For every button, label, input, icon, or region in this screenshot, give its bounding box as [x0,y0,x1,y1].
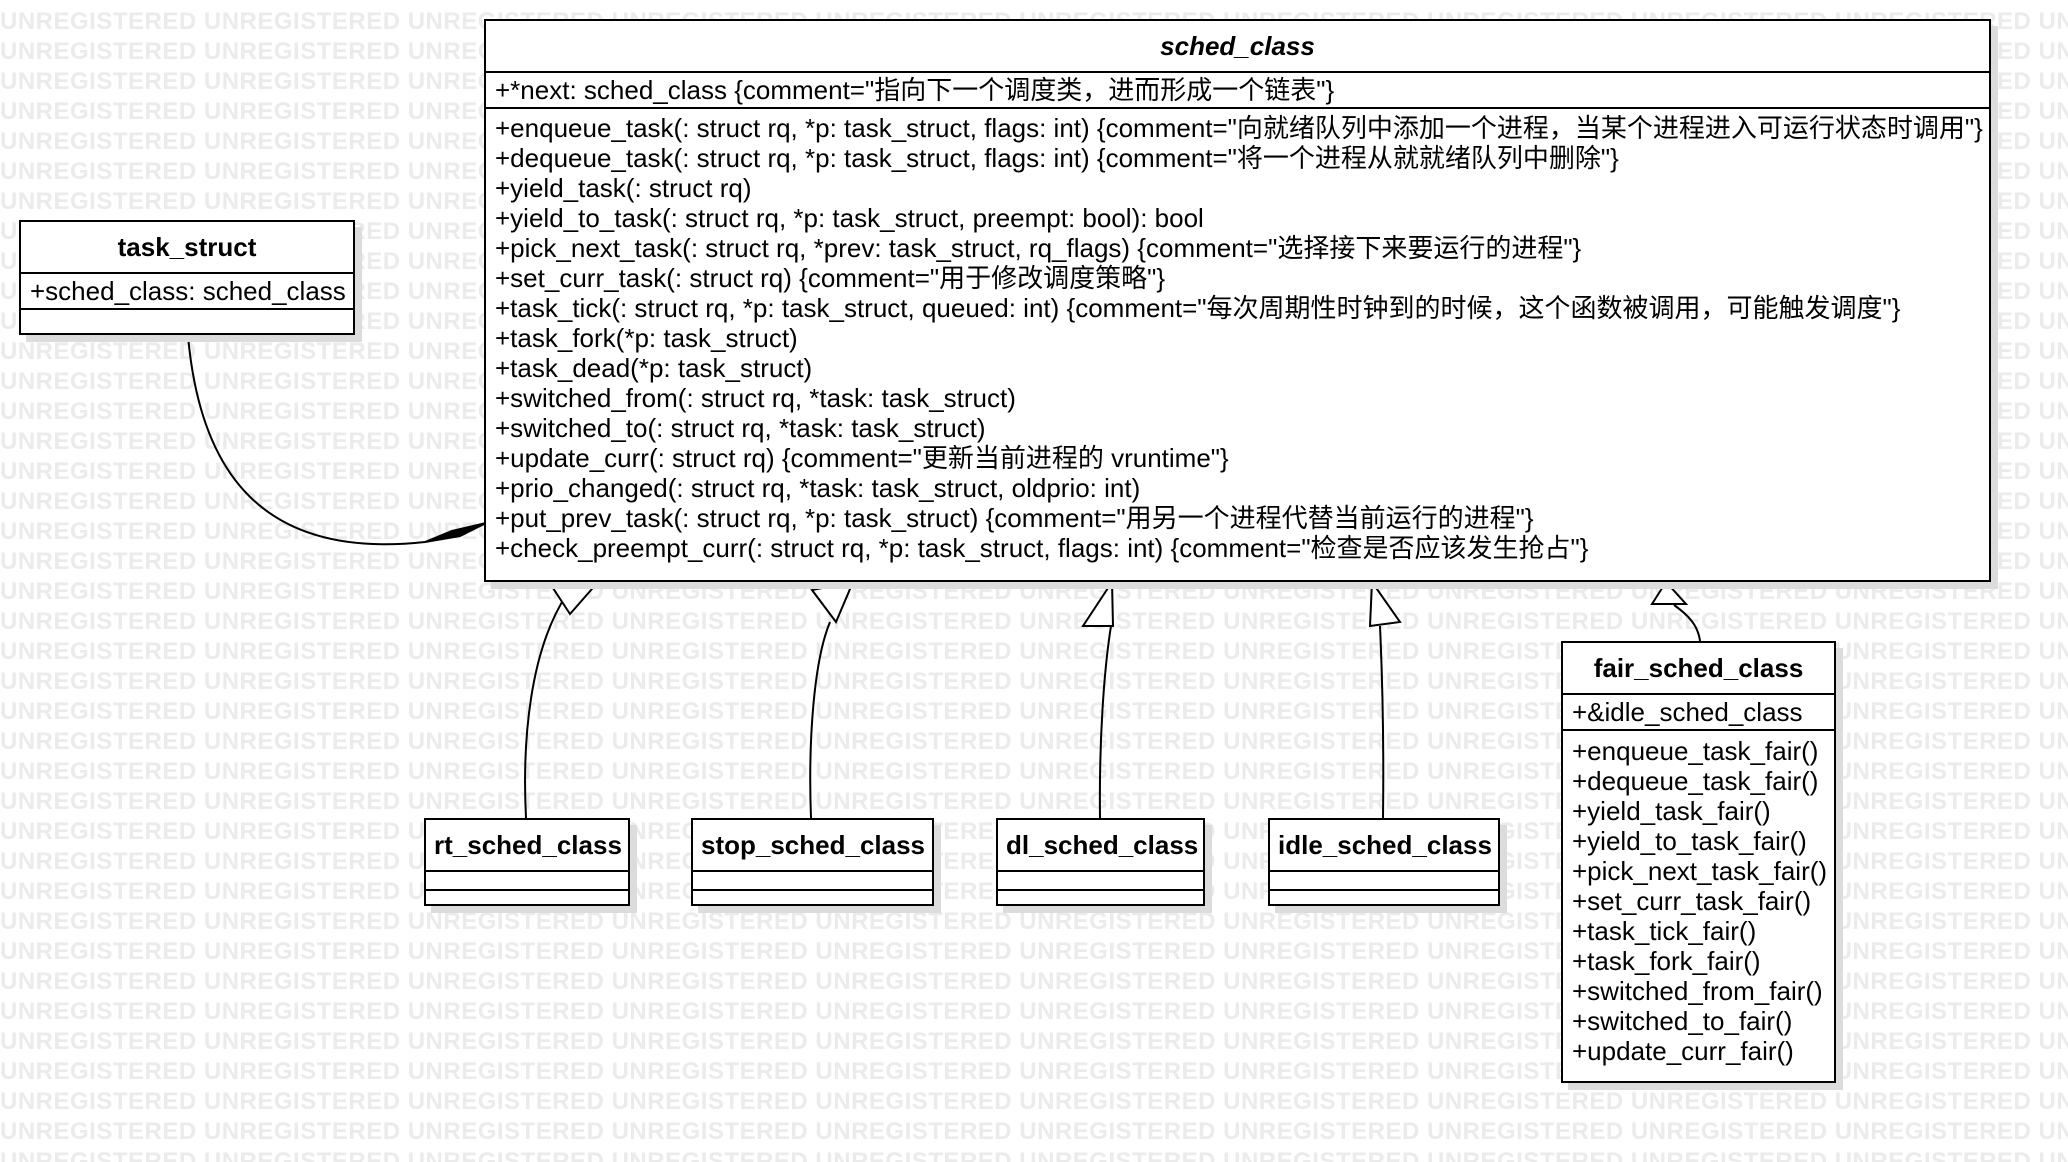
inheritance-arrow-dl [1081,578,1115,627]
sched-class-operation: +set_curr_task(: struct rq) {comment="用于… [495,263,1166,293]
sched-class-operation: +yield_to_task(: struct rq, *p: task_str… [495,203,1204,233]
idle-sched-class-operations [1270,891,1498,908]
fair-sched-class-operation: +yield_to_task_fair() [1572,826,1807,856]
task-struct-box[interactable]: task_struct +sched_class: sched_class [19,220,355,335]
fair-sched-class-operation: +switched_to_fair() [1572,1006,1793,1036]
sched-class-attribute: +*next: sched_class {comment="指向下一个调度类，进… [495,75,1335,105]
inheritance-link-idle [1379,625,1385,819]
sched-class-operation: +switched_to(: struct rq, *task: task_st… [495,413,986,443]
sched-class-operation: +prio_changed(: struct rq, *task: task_s… [495,473,1141,503]
composition-diamond [424,522,487,543]
sched-class-operation: +dequeue_task(: struct rq, *p: task_stru… [495,143,1619,173]
sched-class-operation: +switched_from(: struct rq, *task: task_… [495,383,1016,413]
stop-sched-class-title: stop_sched_class [693,820,932,872]
inheritance-link-stop [809,621,831,819]
sched-class-operation: +put_prev_task(: struct rq, *p: task_str… [495,503,1534,533]
sched-class-operation: +update_curr(: struct rq) {comment="更新当前… [495,443,1229,473]
fair-sched-class-operation: +dequeue_task_fair() [1572,766,1819,796]
rt-sched-class-box[interactable]: rt_sched_class [424,818,630,906]
sched-class-operation: +task_dead(*p: task_struct) [495,353,813,383]
fair-sched-class-box[interactable]: fair_sched_class +&idle_sched_class +enq… [1561,641,1836,1083]
fair-sched-class-title: fair_sched_class [1563,643,1834,695]
stop-sched-class-box[interactable]: stop_sched_class [691,818,934,906]
idle-sched-class-attributes [1270,872,1498,891]
fair-sched-class-operation: +pick_next_task_fair() [1572,856,1828,886]
task-struct-attribute: +sched_class: sched_class [30,276,346,306]
fair-sched-class-operations: +enqueue_task_fair() +dequeue_task_fair(… [1563,731,1834,1068]
sched-class-operation: +check_preempt_curr(: struct rq, *p: tas… [495,533,1589,563]
sched-class-operation: +yield_task(: struct rq) [495,173,752,203]
fair-sched-class-operation: +enqueue_task_fair() [1572,736,1819,766]
dl-sched-class-box[interactable]: dl_sched_class [996,818,1205,906]
inheritance-link-fair [1673,604,1701,642]
stop-sched-class-attributes [693,872,932,891]
sched-class-operations: +enqueue_task(: struct rq, *p: task_stru… [486,109,1989,565]
task-struct-title: task_struct [21,222,353,274]
fair-sched-class-operation: +set_curr_task_fair() [1572,886,1812,916]
sched-class-operation: +task_fork(*p: task_struct) [495,323,798,353]
dl-sched-class-attributes [998,872,1203,891]
inheritance-link-rt [524,593,568,819]
inheritance-arrow-idle [1368,579,1402,628]
rt-sched-class-operations [426,891,628,908]
inheritance-arrow-fair [1650,580,1689,605]
fair-sched-class-operation: +task_tick_fair() [1572,916,1757,946]
sched-class-box[interactable]: sched_class +*next: sched_class {comment… [484,19,1991,582]
sched-class-operation: +task_tick(: struct rq, *p: task_struct,… [495,293,1901,323]
rt-sched-class-attributes [426,872,628,891]
fair-sched-class-attributes: +&idle_sched_class [1563,695,1834,731]
stop-sched-class-operations [693,891,932,908]
sched-class-attributes: +*next: sched_class {comment="指向下一个调度类，进… [486,73,1989,109]
inheritance-arrow-stop [810,580,855,624]
task-struct-operations [21,310,353,326]
sched-class-operation: +pick_next_task(: struct rq, *prev: task… [495,233,1582,263]
sched-class-operation: +enqueue_task(: struct rq, *p: task_stru… [495,113,1983,143]
fair-sched-class-operation: +task_fork_fair() [1572,946,1761,976]
rt-sched-class-title: rt_sched_class [426,820,628,872]
fair-sched-class-operation: +switched_from_fair() [1572,976,1823,1006]
sched-class-title: sched_class [486,21,1989,73]
fair-sched-class-operation: +update_curr_fair() [1572,1036,1794,1066]
dl-sched-class-title: dl_sched_class [998,820,1203,872]
composition-link [187,335,426,546]
idle-sched-class-title: idle_sched_class [1270,820,1498,872]
fair-sched-class-attribute: +&idle_sched_class [1572,697,1803,727]
idle-sched-class-box[interactable]: idle_sched_class [1268,818,1500,906]
task-struct-attributes: +sched_class: sched_class [21,274,353,310]
dl-sched-class-operations [998,891,1203,908]
fair-sched-class-operation: +yield_task_fair() [1572,796,1771,826]
inheritance-link-dl [1098,625,1112,819]
